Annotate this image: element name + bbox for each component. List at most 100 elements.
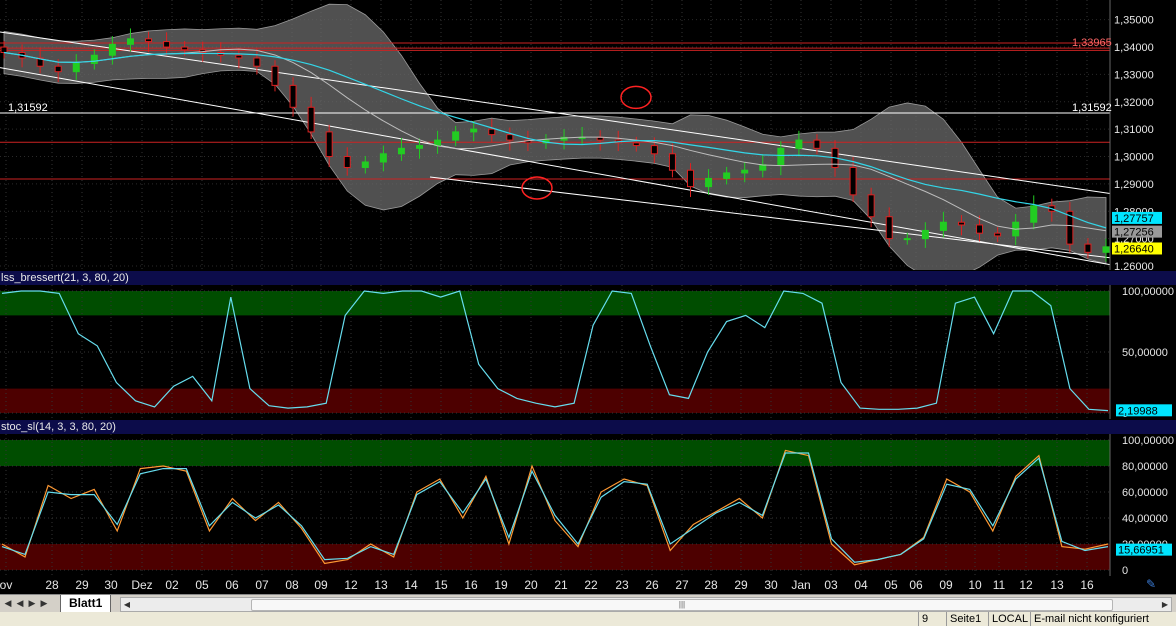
price-tick-label: 1,32000	[1114, 97, 1154, 109]
osc-tick-label: 100,00000	[1122, 435, 1174, 447]
date-tick-label: 09	[939, 578, 952, 592]
date-tick-label: 03	[824, 578, 837, 592]
oscillator-2-chart[interactable]: 100,0000080,0000060,0000040,0000020,0000…	[0, 434, 1176, 576]
level-label: 1,33965	[1072, 37, 1112, 49]
date-tick-label: 19	[494, 578, 507, 592]
candle-body	[922, 230, 928, 238]
annotation-circle	[621, 86, 651, 108]
date-tick-label: 30	[764, 578, 777, 592]
price-tick-label: 1,34000	[1114, 42, 1154, 54]
date-tick-label: 28	[45, 578, 58, 592]
date-tick-label: 06	[225, 578, 238, 592]
date-tick-label: 14	[404, 578, 417, 592]
candle-body	[362, 162, 368, 167]
price-tick-label: 1,31000	[1114, 124, 1154, 136]
candle-body	[868, 195, 874, 217]
first-sheet-icon[interactable]: ◀	[2, 597, 14, 611]
candle-body	[1085, 244, 1091, 252]
date-tick-label: Jan	[791, 578, 810, 592]
candle-body	[417, 146, 423, 149]
price-pane[interactable]: 1,350001,340001,330001,320001,310001,300…	[0, 0, 1176, 270]
date-axis: ov282930Dez02050607080912131415161920212…	[0, 576, 1176, 594]
horizontal-scrollbar[interactable]: ◀ ||| ▶	[120, 597, 1172, 612]
oscillator-1-pane[interactable]: 100,0000050,0000002,19988	[0, 285, 1176, 419]
price-chart[interactable]: 1,350001,340001,330001,320001,310001,300…	[0, 0, 1176, 270]
last-sheet-icon[interactable]: ▶	[38, 597, 50, 611]
status-page-number: 9	[918, 612, 931, 626]
date-tick-label: 20	[524, 578, 537, 592]
date-tick-label: 16	[1080, 578, 1093, 592]
scroll-right-icon[interactable]: ▶	[1159, 598, 1171, 611]
price-tick-label: 1,30000	[1114, 152, 1154, 164]
last-value-label: 1,26640	[1114, 243, 1154, 255]
date-tick-label: 06	[909, 578, 922, 592]
annotation-circle	[522, 177, 552, 199]
candle-body	[651, 146, 657, 154]
oscillator-zone	[0, 544, 1110, 570]
oscillator-2-pane[interactable]: 100,0000080,0000060,0000040,0000020,0000…	[0, 434, 1176, 576]
osc-last-value-label: 15,66951	[1118, 545, 1164, 557]
scroll-left-icon[interactable]: ◀	[121, 598, 133, 611]
candle-body	[507, 135, 513, 140]
date-tick-label: 05	[884, 578, 897, 592]
candle-body	[146, 39, 152, 42]
candle-body	[904, 239, 910, 240]
candle-body	[398, 148, 404, 153]
candle-body	[1, 47, 7, 52]
date-tick-label: 07	[255, 578, 268, 592]
candle-body	[272, 66, 278, 85]
oscillator-1-title: lss_bressert(21, 3, 80, 20)	[0, 271, 1176, 285]
last-value-label: 1,27757	[1114, 213, 1154, 225]
osc-tick-label: 80,00000	[1122, 461, 1168, 473]
candle-body	[633, 143, 639, 146]
candle-body	[687, 170, 693, 186]
candle-body	[344, 157, 350, 168]
candle-body	[597, 137, 603, 140]
cursor-mode-icon[interactable]: ✎	[1146, 577, 1162, 591]
osc-tick-label: 0	[1122, 565, 1128, 576]
candle-body	[778, 148, 784, 164]
date-tick-label: 02	[165, 578, 178, 592]
sheet-nav: ◀ ◀ ▶ ▶	[2, 597, 50, 611]
oscillator-zone	[0, 291, 1110, 315]
candle-body	[814, 140, 820, 148]
candle-body	[958, 222, 964, 225]
date-tick-label: 16	[464, 578, 477, 592]
status-connection: LOCAL	[988, 612, 1031, 626]
candle-body	[742, 170, 748, 173]
date-tick-label: 12	[1019, 578, 1032, 592]
oscillator-zone	[0, 440, 1110, 466]
date-tick-label: 11	[993, 578, 1005, 592]
candle-body	[940, 222, 946, 230]
candle-body	[1103, 247, 1109, 252]
candle-body	[164, 42, 170, 47]
next-sheet-icon[interactable]: ▶	[26, 597, 38, 611]
status-sheet: Seite1	[946, 612, 984, 626]
date-tick-label: 08	[285, 578, 298, 592]
level-label: 1,31592	[8, 102, 48, 114]
candle-body	[977, 225, 983, 233]
osc-last-value-label: 2,19988	[1118, 405, 1158, 417]
prev-sheet-icon[interactable]: ◀	[14, 597, 26, 611]
sheet-tab-blatt1[interactable]: Blatt1	[60, 595, 111, 613]
candle-body	[73, 63, 79, 71]
date-tick-label: 12	[344, 578, 357, 592]
oscillator-zone	[0, 389, 1110, 413]
status-email: E-mail nicht konfiguriert	[1030, 612, 1152, 626]
date-tick-label: 21	[554, 578, 567, 592]
date-tick-label: 22	[584, 578, 597, 592]
candle-body	[127, 39, 133, 44]
candle-body	[109, 44, 115, 55]
date-tick-label: 13	[1050, 578, 1063, 592]
date-tick-label: ov	[0, 578, 12, 592]
osc-tick-label: 40,00000	[1122, 513, 1168, 525]
candle-body	[886, 217, 892, 239]
oscillator-1-chart[interactable]: 100,0000050,0000002,19988	[0, 285, 1176, 419]
candle-body	[236, 55, 242, 58]
date-tick-label: Dez	[131, 578, 152, 592]
osc-tick-label: 50,00000	[1122, 347, 1168, 359]
level-label: 1,31592	[1072, 102, 1112, 114]
date-tick-label: 29	[75, 578, 88, 592]
candle-body	[453, 132, 459, 140]
scroll-thumb[interactable]: |||	[251, 599, 1113, 611]
